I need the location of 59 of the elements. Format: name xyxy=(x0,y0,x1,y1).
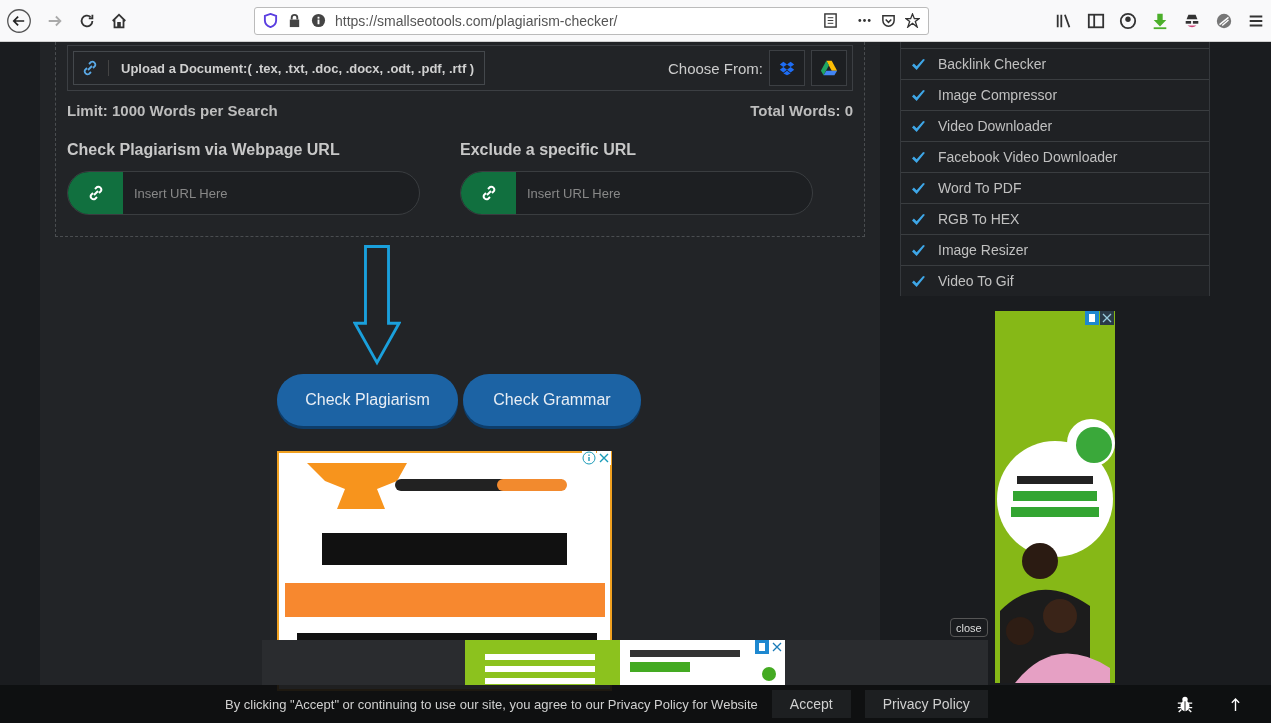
pocket-icon xyxy=(881,13,896,28)
close-icon[interactable] xyxy=(1100,311,1114,325)
choose-from-label: Choose From: xyxy=(667,59,763,77)
check-grammar-button[interactable]: Check Grammar xyxy=(463,374,641,426)
reader-view-icon xyxy=(823,13,838,28)
check-plagiarism-button[interactable]: Check Plagiarism xyxy=(277,374,458,426)
check-icon xyxy=(911,57,926,71)
lock-icon xyxy=(287,13,302,28)
dropbox-button[interactable] xyxy=(769,50,805,86)
down-arrow-icon xyxy=(353,243,401,367)
link-icon xyxy=(87,185,104,201)
dropbox-icon xyxy=(778,59,796,77)
sidebar-item[interactable]: Word To PDF xyxy=(901,173,1209,204)
close-button[interactable]: close xyxy=(950,618,988,637)
link-button[interactable] xyxy=(68,172,123,214)
sidebar-item[interactable]: Image Resizer xyxy=(901,235,1209,266)
account-icon[interactable] xyxy=(1119,11,1137,30)
cookie-notice-text: By clicking "Accept" or continuing to use our site, you agree to our Privacy Policy for Website xyxy=(225,696,758,712)
accept-button[interactable]: Accept xyxy=(771,690,851,718)
sidebar-item[interactable]: Facebook Video Downloader xyxy=(901,142,1209,173)
total-words-text: Total Words: 0 xyxy=(750,102,853,119)
link-button[interactable] xyxy=(461,172,516,214)
sidebar-item[interactable]: Video Downloader xyxy=(901,111,1209,142)
home-icon[interactable] xyxy=(110,11,128,30)
google-drive-button[interactable] xyxy=(811,50,847,86)
address-bar[interactable]: https://smallseotools.com/plagiarism-checker/ xyxy=(254,6,929,35)
adchoices-icon[interactable] xyxy=(1085,311,1099,325)
link-icon xyxy=(82,60,109,76)
info-icon xyxy=(311,13,326,28)
check-icon xyxy=(911,274,926,288)
shield-icon xyxy=(263,13,278,28)
google-drive-icon xyxy=(820,59,838,77)
download-icon[interactable] xyxy=(1151,11,1169,30)
check-icon xyxy=(911,212,926,226)
field-label: Check Plagiarism via Webpage URL xyxy=(67,141,341,159)
star-icon xyxy=(905,13,920,28)
sidebar-item[interactable]: RGB To HEX xyxy=(901,204,1209,235)
check-icon xyxy=(911,119,926,133)
library-icon[interactable] xyxy=(1055,11,1073,30)
close-icon[interactable] xyxy=(770,640,784,654)
check-icon xyxy=(911,181,926,195)
back-icon[interactable] xyxy=(6,7,32,34)
sidebar-item[interactable]: Backlink Checker xyxy=(901,49,1209,80)
privacy-policy-button[interactable]: Privacy Policy xyxy=(864,690,988,718)
url-text: https://smallseotools.com/plagiarism-checker/ xyxy=(335,12,618,29)
sidebar-icon[interactable] xyxy=(1087,11,1105,30)
upload-button[interactable]: Upload a Document:( .tex, .txt, .doc, .docx, .odt, .pdf, .rtf ) xyxy=(73,51,486,85)
sidebar-item[interactable]: Image Compressor xyxy=(901,80,1209,111)
field-label: Exclude a specific URL xyxy=(460,141,638,159)
link-icon xyxy=(480,185,497,201)
check-icon xyxy=(911,243,926,257)
bug-icon[interactable] xyxy=(1176,695,1194,713)
check-icon xyxy=(911,88,926,102)
adchoices-icon[interactable] xyxy=(755,640,769,654)
check-icon xyxy=(911,150,926,164)
sidebar-item[interactable]: Video To Gif xyxy=(901,266,1209,296)
extension-icon[interactable] xyxy=(1215,11,1233,30)
scroll-up-icon[interactable] xyxy=(1230,696,1241,712)
word-limit-text: Limit: 1000 Words per Search xyxy=(67,102,278,119)
